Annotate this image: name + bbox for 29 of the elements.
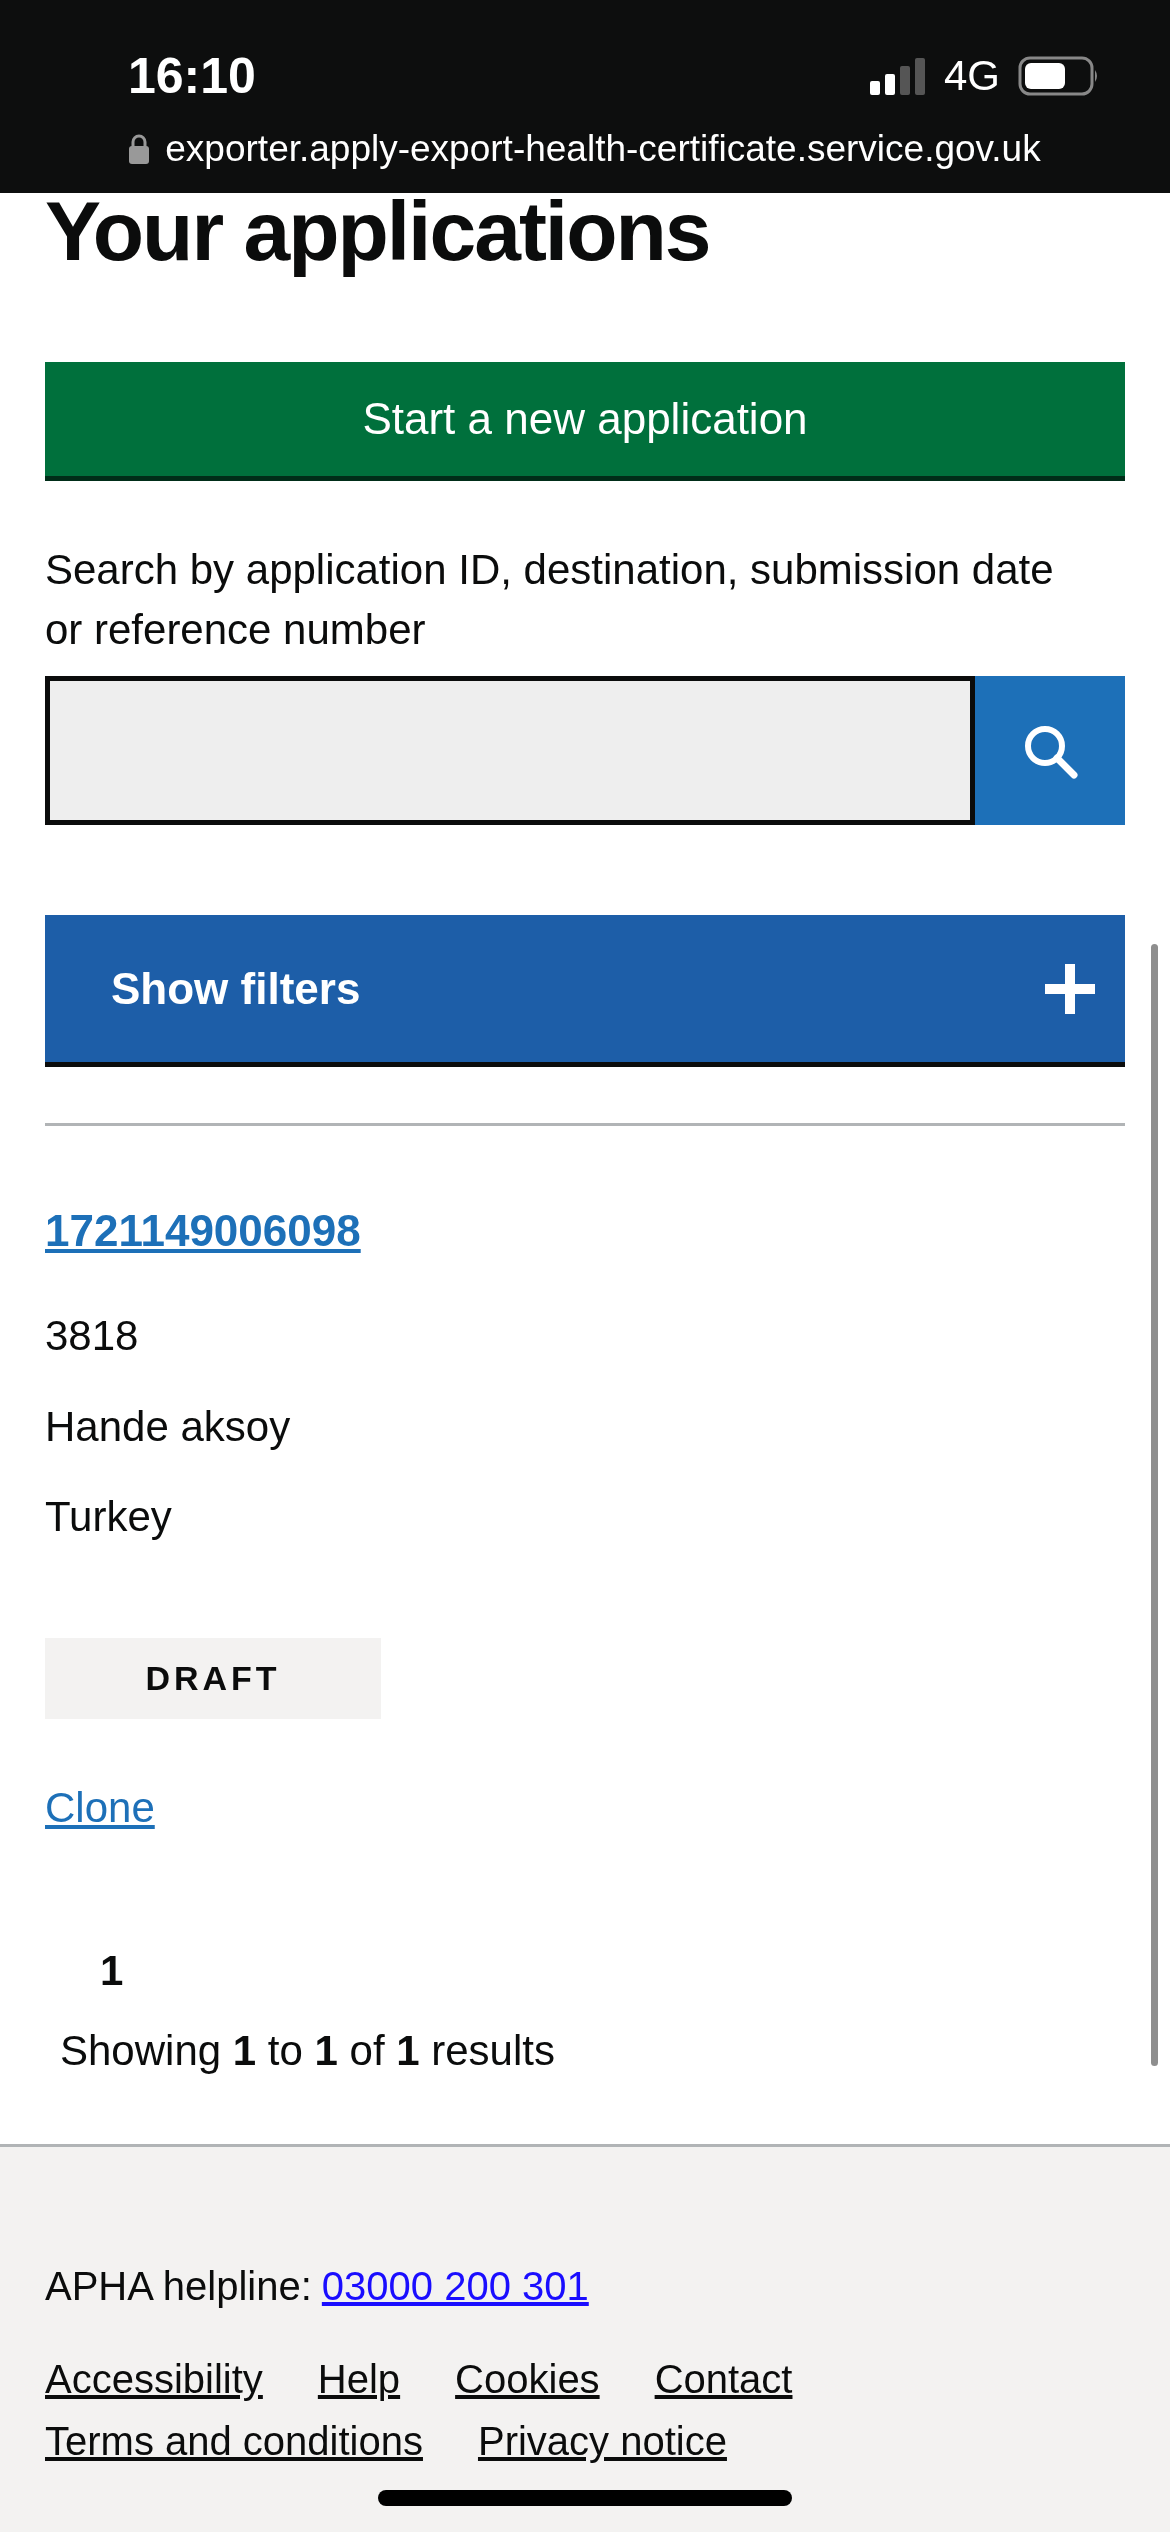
helpline-label: APHA helpline: <box>45 2263 312 2310</box>
start-application-button[interactable]: Start a new application <box>45 362 1125 481</box>
reference-number: 3818 <box>45 1311 140 1361</box>
footer-link[interactable]: Terms and conditions <box>45 2410 423 2472</box>
footer-link[interactable]: Cookies <box>455 2348 600 2410</box>
network-label: 4G <box>943 51 1000 100</box>
status-tag: DRAFT <box>45 1638 381 1719</box>
signal-icon <box>869 56 926 95</box>
footer-link[interactable]: Accessibility <box>45 2348 263 2410</box>
lock-icon <box>129 134 150 164</box>
battery-icon <box>1018 55 1100 96</box>
destination-country: Turkey <box>45 1492 173 1542</box>
application-id-link[interactable]: 1721149006098 <box>45 1201 361 1261</box>
footer-link[interactable]: Contact <box>654 2348 793 2410</box>
search-button[interactable] <box>975 676 1125 825</box>
clone-link[interactable]: Clone <box>45 1778 155 1838</box>
footer-link[interactable]: Privacy notice <box>477 2410 727 2472</box>
footer-link[interactable]: Help <box>317 2348 401 2410</box>
url-text: exporter.apply-export-health-certificate.service.gov.uk <box>165 128 1041 170</box>
plus-icon <box>1045 963 1095 1014</box>
applicant-name: Hande aksoy <box>45 1402 292 1452</box>
page-number: 1 <box>99 1946 125 1996</box>
clock-time: 16:10 <box>128 46 257 105</box>
search-label: Search by application ID, destination, submission date or reference number <box>45 545 1055 655</box>
show-filters-button[interactable]: Show filters <box>45 915 1125 1067</box>
results-summary: Showing 1 to 1 of 1 results <box>60 2026 556 2076</box>
search-field[interactable] <box>45 676 975 825</box>
scrollbar[interactable] <box>1151 944 1158 2066</box>
helpline-phone-link[interactable]: 03000 200 301 <box>321 2256 589 2316</box>
